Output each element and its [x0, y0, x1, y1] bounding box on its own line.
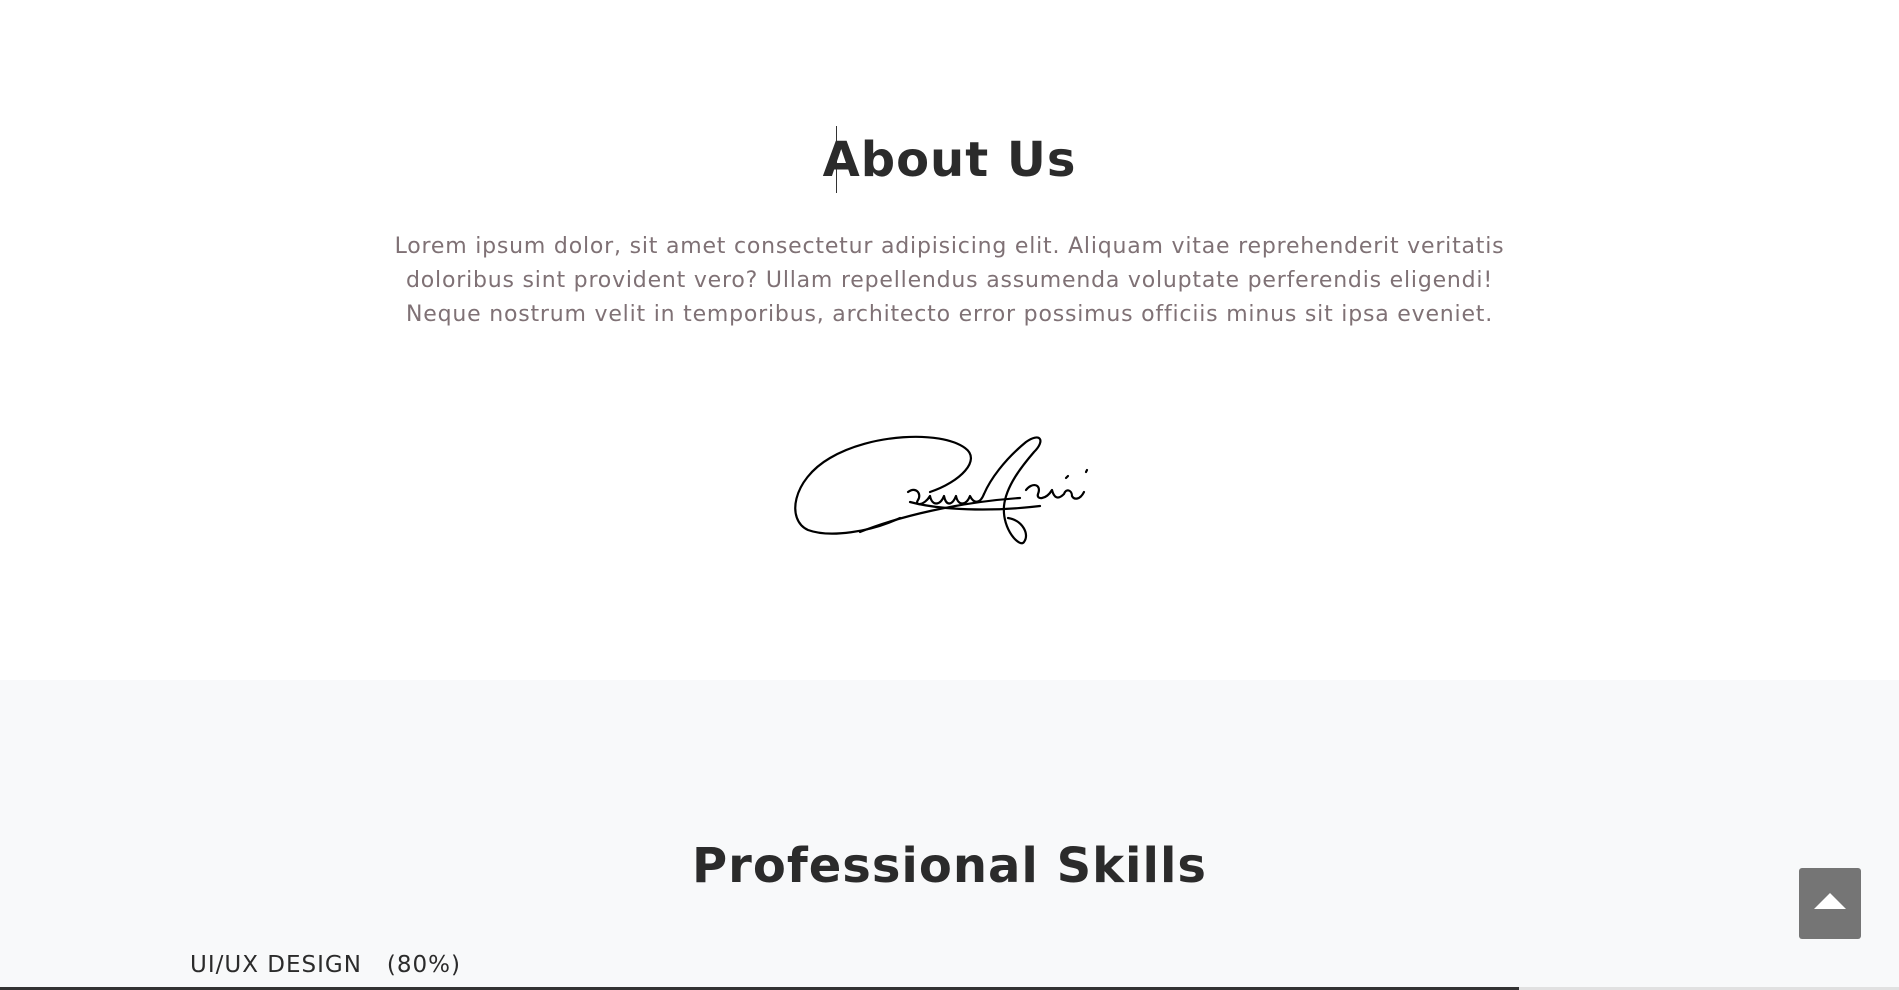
- triangle-up-icon: [1814, 893, 1846, 909]
- skill-label-uiux: UI/UX DESIGN (80%): [190, 952, 461, 978]
- about-description: Lorem ipsum dolor, sit amet consectetur …: [394, 234, 1505, 327]
- page: About Us Lorem ipsum dolor, sit amet con…: [0, 0, 1899, 990]
- skills-section: Professional Skills UI/UX DESIGN (80%): [0, 680, 1899, 990]
- signature-image: [794, 435, 1089, 545]
- skills-title: Professional Skills: [692, 838, 1207, 894]
- back-to-top-button[interactable]: [1799, 868, 1861, 939]
- about-title: About Us: [822, 132, 1077, 188]
- about-section: About Us Lorem ipsum dolor, sit amet con…: [0, 0, 1899, 680]
